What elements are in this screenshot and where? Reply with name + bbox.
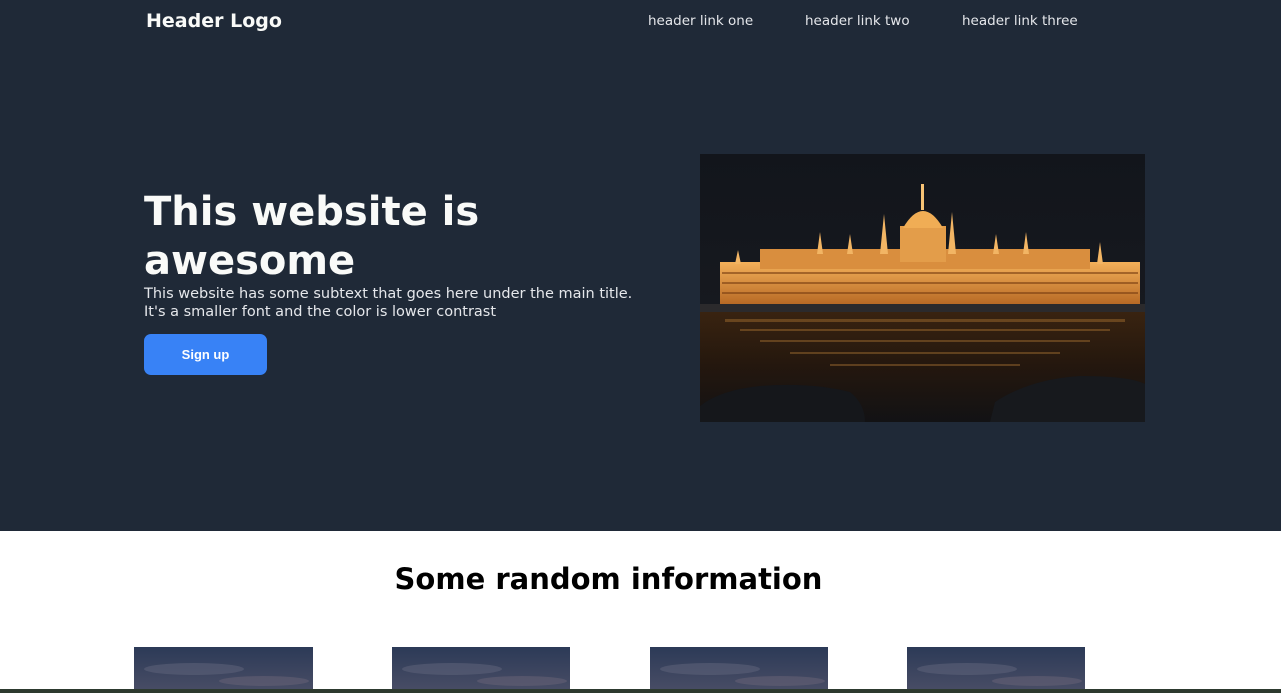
bottom-edge-bar: [0, 689, 1281, 693]
header-link-two[interactable]: header link two: [805, 13, 910, 29]
section-title: Some random information: [394, 562, 823, 596]
hero-title: This website is awesome: [144, 189, 480, 284]
parliament-night-photo: [700, 154, 1145, 422]
hero-image: [700, 154, 1145, 422]
hero-section: Header Logo header link one header link …: [0, 0, 1281, 531]
sky-photo: [392, 647, 570, 693]
header-link-three[interactable]: header link three: [962, 13, 1078, 29]
hero-subtitle-line-2: It's a smaller font and the color is low…: [144, 304, 497, 320]
header-logo[interactable]: Header Logo: [146, 10, 282, 32]
sky-photo: [907, 647, 1085, 693]
info-card-image: [392, 647, 570, 693]
info-card-image: [134, 647, 313, 693]
hero-subtitle: This website has some subtext that goes …: [144, 285, 644, 321]
sky-photo: [650, 647, 828, 693]
sky-photo: [134, 647, 313, 693]
sign-up-button[interactable]: Sign up: [144, 334, 267, 375]
info-card-image: [907, 647, 1085, 693]
info-card-image: [650, 647, 828, 693]
header-link-one[interactable]: header link one: [648, 13, 753, 29]
hero-subtitle-line-1: This website has some subtext that goes …: [144, 286, 633, 302]
